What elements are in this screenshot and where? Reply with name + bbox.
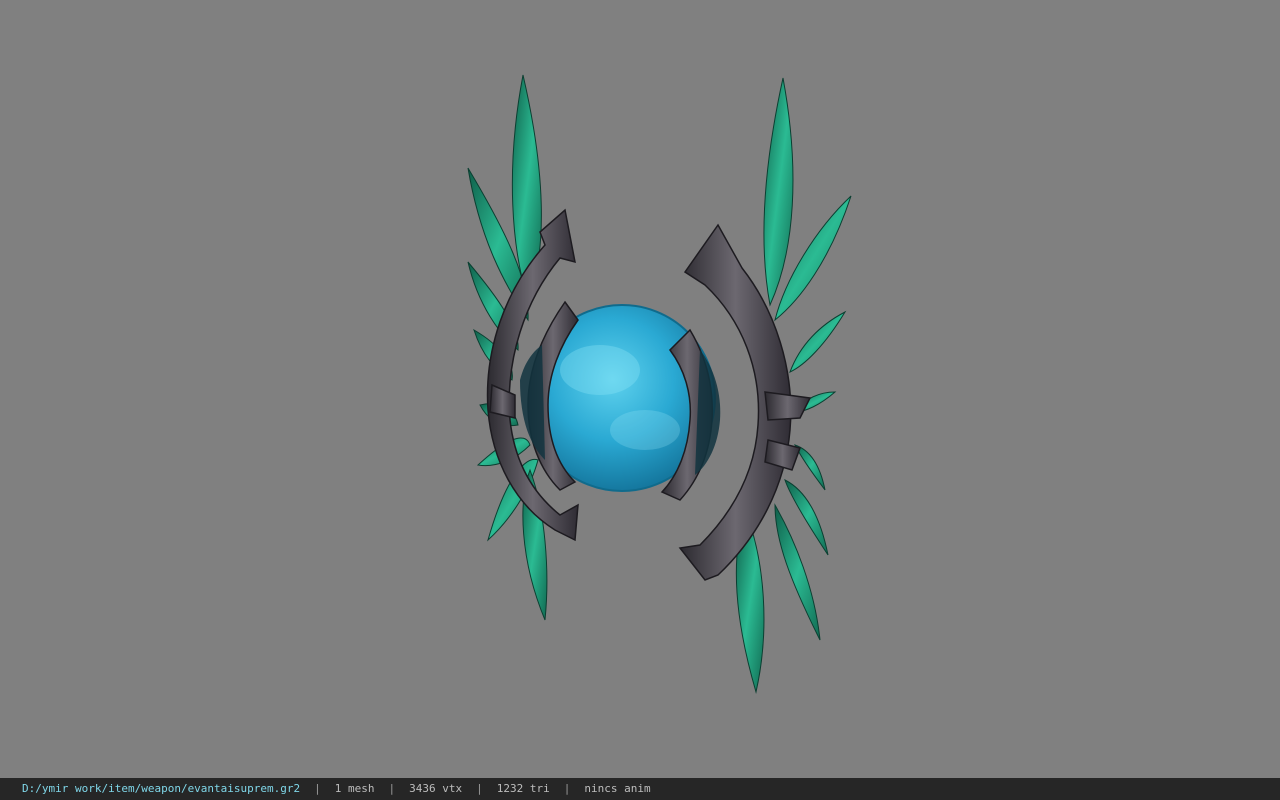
anim-status-label: nincs anim	[584, 782, 651, 795]
triangle-count-label: 1232 tri	[496, 782, 550, 795]
status-separator: |	[563, 782, 571, 795]
model-viewport[interactable]	[0, 0, 1280, 778]
file-path-label: D:/ymir work/item/weapon/evantaisuprem.g…	[22, 782, 301, 795]
status-separator: |	[476, 782, 483, 795]
right-leaf-cluster	[735, 77, 852, 694]
status-separator: |	[388, 782, 396, 795]
vertex-count-label: 3436 vtx	[409, 782, 463, 795]
mesh-count-label: 1 mesh	[334, 782, 375, 795]
status-bar: D:/ymir work/item/weapon/evantaisuprem.g…	[0, 778, 1280, 800]
status-separator: |	[314, 782, 321, 795]
weapon-model	[467, 74, 852, 694]
